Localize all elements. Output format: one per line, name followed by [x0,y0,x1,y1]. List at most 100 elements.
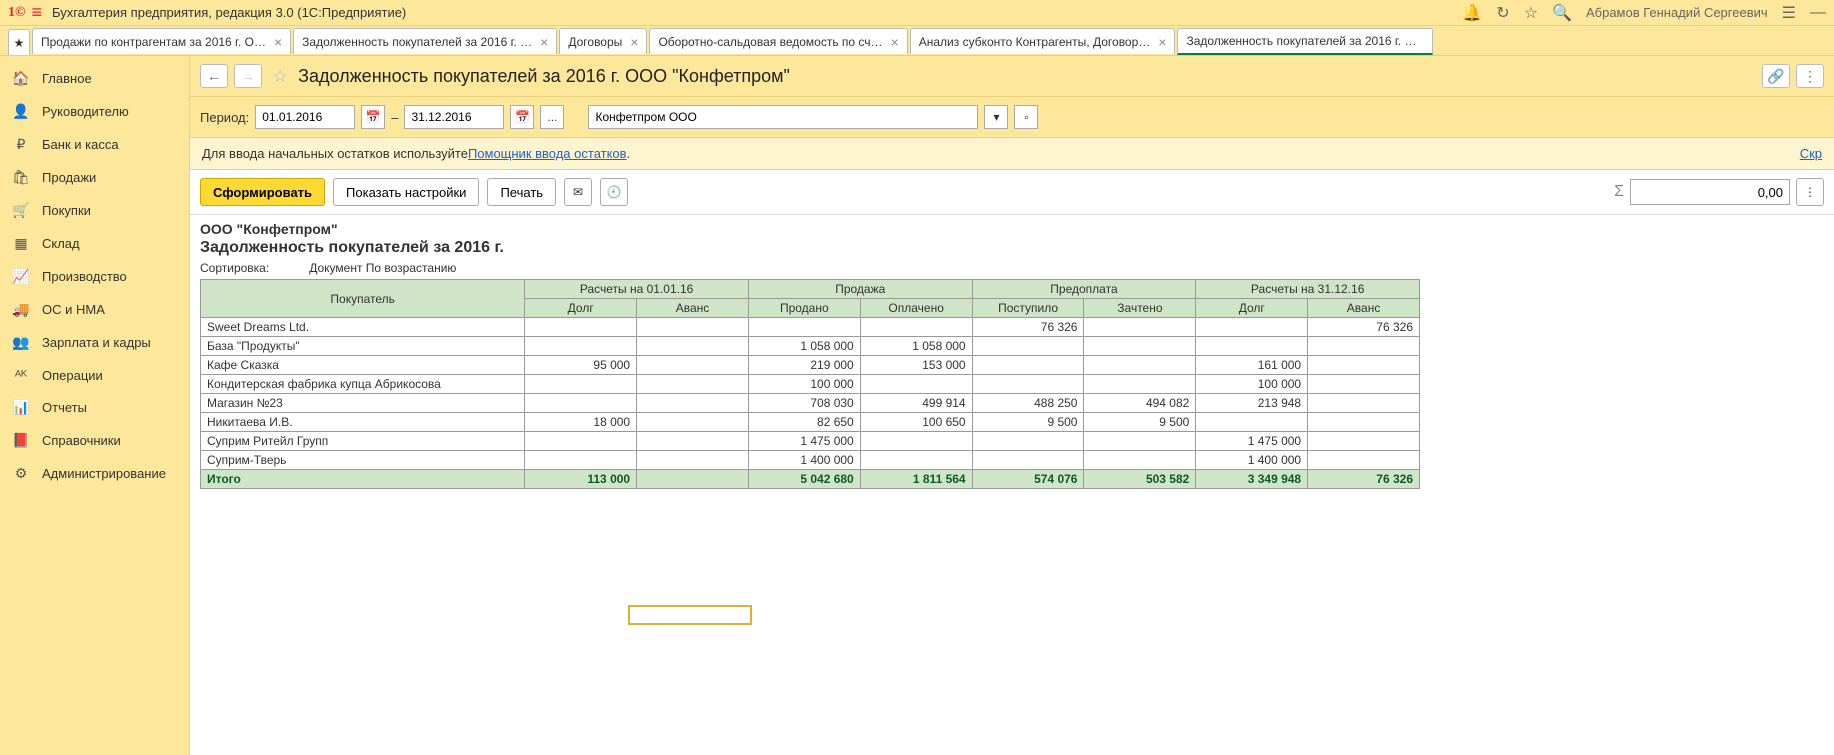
cell-value: 708 030 [748,394,860,413]
sidebar-item[interactable]: 📈Производство [0,260,189,293]
th-buyer: Покупатель [201,280,525,318]
history-icon[interactable]: ↻ [1496,3,1509,23]
sidebar-item[interactable]: 📕Справочники [0,424,189,457]
table-row[interactable]: Sweet Dreams Ltd.76 32676 326 [201,318,1420,337]
main-menu-icon[interactable]: ≡ [31,2,42,23]
sidebar-icon: ⚙ [12,465,30,482]
table-row[interactable]: Суприм-Тверь1 400 0001 400 000 [201,451,1420,470]
tab[interactable]: Задолженность покупателей за 2016 г. … × [293,28,557,54]
sidebar-item[interactable]: ᴬᴷОперации [0,359,189,391]
sidebar-item-label: Банк и касса [42,137,119,152]
sidebar-icon: 👤 [12,103,30,120]
cell-value [860,432,972,451]
sidebar-item[interactable]: 🛍Продажи [0,161,189,194]
table-row[interactable]: База "Продукты"1 058 0001 058 000 [201,337,1420,356]
date-from-input[interactable] [255,105,355,129]
cell-value: 1 058 000 [748,337,860,356]
sidebar-item-label: Зарплата и кадры [42,335,151,350]
sidebar-item[interactable]: 🛒Покупки [0,194,189,227]
sidebar-item[interactable]: 👥Зарплата и кадры [0,326,189,359]
cell-value: 499 914 [860,394,972,413]
sidebar-item[interactable]: 📊Отчеты [0,391,189,424]
tab-label: Договоры [568,35,622,49]
cell-buyer: База "Продукты" [201,337,525,356]
cell-total-value [637,470,749,489]
sidebar-toggle[interactable]: 🏠Главное [0,62,189,95]
minimize-icon[interactable]: — [1810,4,1826,22]
titlebar: 1© ≡ Бухгалтерия предприятия, редакция 3… [0,0,1834,26]
user-name[interactable]: Абрамов Геннадий Сергеевич [1586,5,1768,20]
close-icon[interactable]: × [540,34,548,50]
more-toolbar-button[interactable]: ⋮ [1796,178,1824,206]
search-icon[interactable]: 🔍 [1552,3,1572,23]
toolbar: Сформировать Показать настройки Печать ✉… [190,170,1834,215]
cell-value [637,356,749,375]
show-settings-button[interactable]: Показать настройки [333,178,479,206]
period-picker-button[interactable]: ... [540,105,564,129]
table-row[interactable]: Кондитерская фабрика купца Абрикосова100… [201,375,1420,394]
organization-input[interactable] [588,105,978,129]
table-row[interactable]: Магазин №23708 030499 914488 250494 0822… [201,394,1420,413]
cell-value [637,451,749,470]
sum-input[interactable] [1630,179,1790,205]
report-area: ООО "Конфетпром" Задолженность покупател… [190,215,1834,755]
link-icon[interactable]: 🔗 [1762,64,1790,88]
info-hide-link[interactable]: Скр [1800,146,1822,161]
favorite-icon[interactable]: ☆ [272,66,288,87]
sidebar-icon: 📈 [12,268,30,285]
cell-value: 76 326 [1308,318,1420,337]
cell-value [972,451,1084,470]
generate-button[interactable]: Сформировать [200,178,325,206]
cell-value: 494 082 [1084,394,1196,413]
bell-icon[interactable]: 🔔 [1462,3,1482,23]
tab-label: Задолженность покупателей за 2016 г. … [302,35,532,49]
nav-back-button[interactable]: ← [200,64,228,88]
sidebar-item[interactable]: 🚚ОС и НМА [0,293,189,326]
cell-value [860,451,972,470]
cell-value [637,394,749,413]
table-row[interactable]: Кафе Сказка95 000219 000153 000161 000 [201,356,1420,375]
close-icon[interactable]: × [891,34,899,50]
clock-icon[interactable]: 🕘 [600,178,628,206]
cell-total-label: Итого [201,470,525,489]
close-icon[interactable]: × [274,34,282,50]
cell-value: 153 000 [860,356,972,375]
calendar-to-icon[interactable]: 📅 [510,105,534,129]
table-row[interactable]: Суприм Ритейл Групп1 475 0001 475 000 [201,432,1420,451]
cell-value [637,337,749,356]
tab[interactable]: Оборотно-сальдовая ведомость по сч…× [649,28,907,54]
date-to-input[interactable] [404,105,504,129]
cell-value [860,318,972,337]
info-link[interactable]: Помощник ввода остатков [468,146,627,161]
cell-value [972,337,1084,356]
settings-icon[interactable]: ☰ [1782,3,1796,23]
print-button[interactable]: Печать [487,178,556,206]
tab-home[interactable]: ★ [8,29,30,55]
cell-value [1308,413,1420,432]
tab[interactable]: Задолженность покупателей за 2016 г. … [1177,28,1433,55]
tab[interactable]: Договоры × [559,28,647,54]
calendar-from-icon[interactable]: 📅 [361,105,385,129]
tab[interactable]: Анализ субконто Контрагенты, Договор…× [910,28,1176,54]
report-org: ООО "Конфетпром" [200,221,1824,237]
sidebar-item[interactable]: 👤Руководителю [0,95,189,128]
sigma-icon: Σ [1614,183,1624,201]
sidebar-item[interactable]: ⚙Администрирование [0,457,189,490]
cell-value: 76 326 [972,318,1084,337]
tab[interactable]: Продажи по контрагентам за 2016 г. О…× [32,28,291,54]
cell-total-value: 5 042 680 [748,470,860,489]
star-icon[interactable]: ☆ [1524,3,1538,23]
cell-value [1084,451,1196,470]
email-icon[interactable]: ✉ [564,178,592,206]
cell-value: 488 250 [972,394,1084,413]
more-icon[interactable]: ⋮ [1796,64,1824,88]
table-row[interactable]: Никитаева И.В.18 00082 650100 6509 5009 … [201,413,1420,432]
sidebar-item[interactable]: ▦Склад [0,227,189,260]
close-icon[interactable]: × [1158,34,1166,50]
org-dropdown-button[interactable]: ▾ [984,105,1008,129]
sidebar-item[interactable]: ₽Банк и касса [0,128,189,161]
cell-value [972,432,1084,451]
org-open-button[interactable]: ▫ [1014,105,1038,129]
nav-forward-button[interactable]: → [234,64,262,88]
close-icon[interactable]: × [630,34,638,50]
